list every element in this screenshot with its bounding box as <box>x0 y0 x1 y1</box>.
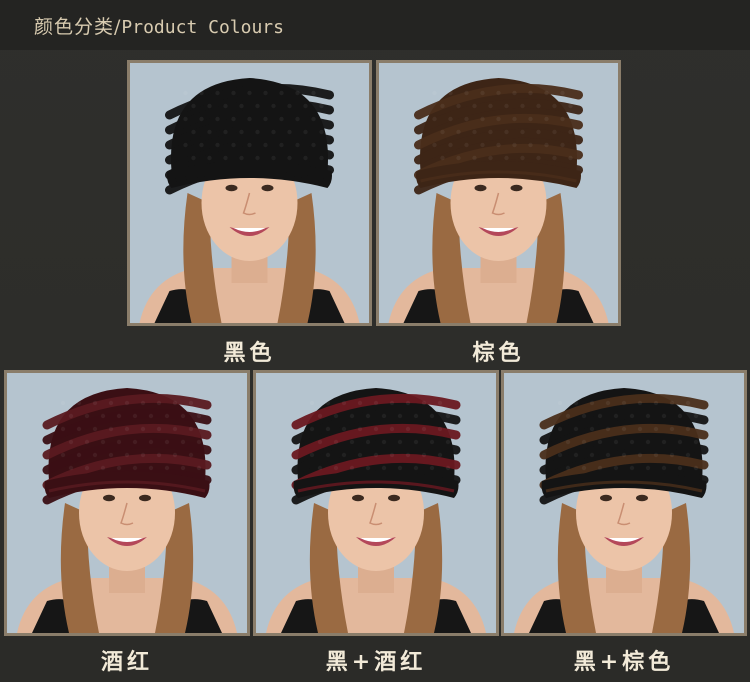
fur-hat-brown-image <box>379 63 618 323</box>
fur-hat-black-image <box>130 63 369 323</box>
product-photo-brown[interactable] <box>376 60 621 326</box>
section-title: 颜色分类/Product Colours <box>34 12 284 39</box>
caption-black: 黑色 <box>223 340 276 366</box>
product-photo-black-wine-red[interactable] <box>253 370 499 636</box>
product-photo-wine-red[interactable] <box>4 370 250 636</box>
product-photo-black-brown[interactable] <box>501 370 747 636</box>
caption-wine-red: 酒红 <box>100 649 153 675</box>
caption-brown: 棕色 <box>472 340 525 366</box>
section-title-en: Product Colours <box>121 17 284 38</box>
fur-hat-black-wine-red-image <box>256 373 496 633</box>
caption-black-brown: 黑+棕色 <box>573 649 675 675</box>
section-header: 颜色分类/Product Colours <box>0 0 750 50</box>
section-title-cn: 颜色分类 <box>34 16 115 38</box>
fur-hat-black-brown-image <box>504 373 744 633</box>
product-colours-page: 颜色分类/Product Colours 黑色 棕色 酒红 黑+酒红 黑+棕色 <box>0 0 750 682</box>
product-photo-black[interactable] <box>127 60 372 326</box>
fur-hat-wine-red-image <box>7 373 247 633</box>
caption-black-wine-red: 黑+酒红 <box>325 649 427 675</box>
